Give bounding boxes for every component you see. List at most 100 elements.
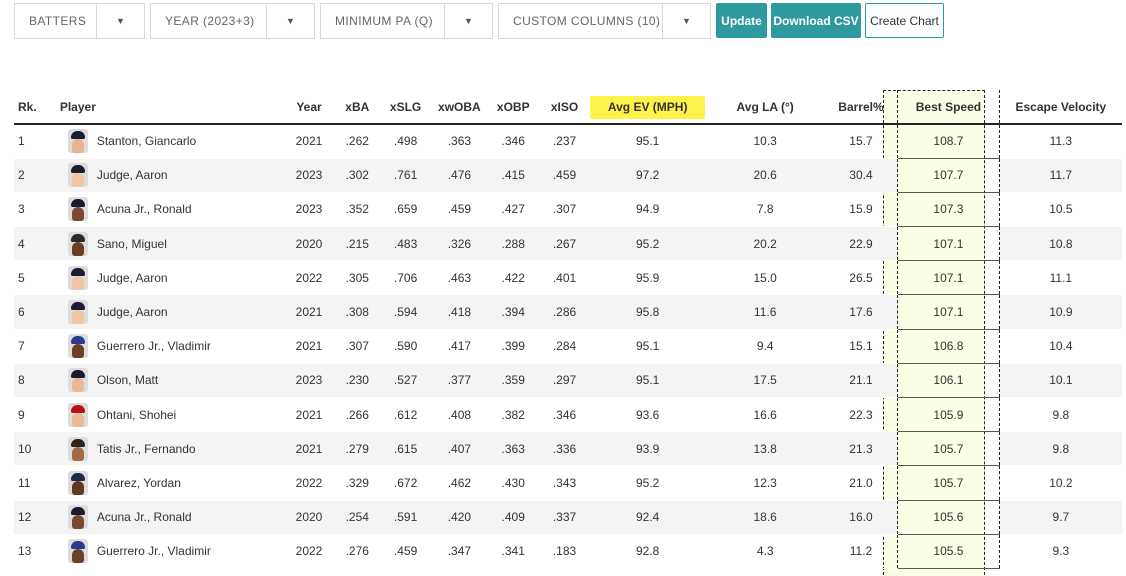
- table-row[interactable]: 12 Acuna Jr., Ronald 2020.254.591.420.409.…: [14, 500, 1122, 535]
- cell-player[interactable]: Guerrero Jr., Vladimir: [53, 329, 284, 364]
- table-row[interactable]: 2 Judge, Aaron 2023.302.761.476.415.459 97.…: [14, 158, 1122, 193]
- cell-avg-ev: 95.1: [589, 124, 706, 159]
- player-name-link[interactable]: Guerrero Jr., Vladimir: [97, 339, 211, 353]
- player-name-link[interactable]: Stanton, Giancarlo: [97, 134, 196, 148]
- cell-year: 2020: [283, 500, 335, 535]
- player-name-link[interactable]: Alvarez, Yordan: [97, 476, 181, 490]
- year-dropdown[interactable]: YEAR (2023+3) ▼: [150, 3, 315, 39]
- player-headshot-icon: [67, 231, 88, 256]
- player-cell: Ohtani, Shohei: [58, 402, 283, 427]
- download-csv-button[interactable]: Download CSV: [771, 3, 861, 38]
- col-header-barrel[interactable]: Barrel%: [824, 90, 898, 125]
- player-cell: Acuna Jr., Ronald: [58, 197, 283, 222]
- toolbar: BATTERS ▼ YEAR (2023+3) ▼ MINIMUM PA (Q)…: [14, 3, 948, 40]
- player-name-link[interactable]: Guerrero Jr., Vladimir: [97, 544, 211, 558]
- col-header-rank[interactable]: Rk.: [14, 90, 54, 125]
- cell-escape-velocity: 10.9: [999, 294, 1122, 330]
- table-row[interactable]: 9 Ohtani, Shohei 2021.266.612.408.382.346 9…: [14, 397, 1122, 433]
- player-name-link[interactable]: Tatis Jr., Fernando: [97, 442, 196, 456]
- cell-xobp: .363: [487, 431, 540, 467]
- table-row[interactable]: 11 Alvarez, Yordan 2022.329.672.462.430.34…: [14, 465, 1122, 501]
- cell-barrel: 22.3: [824, 397, 898, 433]
- col-header-xobp[interactable]: xOBP: [487, 90, 540, 125]
- cell-xslg: .591: [379, 500, 432, 535]
- player-name-link[interactable]: Olson, Matt: [97, 373, 158, 387]
- table-row[interactable]: 1 Stanton, Giancarlo 2021.262.498.363.346.…: [14, 124, 1122, 159]
- cell-rank: 12: [14, 500, 54, 535]
- table-row[interactable]: 4 Sano, Miguel 2020.215.483.326.288.267 95.…: [14, 226, 1122, 262]
- col-header-player[interactable]: Player: [53, 90, 284, 125]
- col-header-avg-ev[interactable]: Avg EV (MPH): [589, 90, 706, 125]
- cell-avg-la: 4.3: [705, 534, 825, 569]
- cell-avg-la: 16.6: [705, 397, 825, 433]
- cell-xiso: .183: [539, 534, 590, 569]
- table-row[interactable]: 5 Judge, Aaron 2022.305.706.463.422.401 95.…: [14, 260, 1122, 296]
- cell-avg-ev: 93.9: [589, 431, 706, 467]
- cell-barrel: 16.0: [824, 500, 898, 535]
- caret-down-icon: ▼: [464, 16, 473, 26]
- col-header-best-speed[interactable]: Best Speed: [897, 90, 1000, 125]
- cell-rank: 11: [14, 465, 54, 501]
- table-row[interactable]: 13 Guerrero Jr., Vladimir 2022.276.459.347…: [14, 534, 1122, 569]
- cell-player[interactable]: Stanton, Giancarlo: [53, 124, 284, 159]
- cell-player[interactable]: Judge, Aaron: [53, 260, 284, 296]
- table-row[interactable]: 3 Acuna Jr., Ronald 2023.352.659.459.427.3…: [14, 192, 1122, 228]
- player-name-link[interactable]: Judge, Aaron: [97, 168, 168, 182]
- cell-xwoba: .420: [431, 500, 488, 535]
- cell-xslg: .615: [379, 431, 432, 467]
- avg-ev-highlight: Avg EV (MPH): [589, 95, 706, 119]
- cell-player[interactable]: Ohtani, Shohei: [53, 397, 284, 433]
- batters-dropdown[interactable]: BATTERS ▼: [14, 3, 145, 39]
- player-name-link[interactable]: Ohtani, Shohei: [97, 408, 176, 422]
- cell-xwoba: .462: [431, 465, 488, 501]
- cell-xwoba: .408: [431, 397, 488, 433]
- cell-rank: 13: [14, 534, 54, 569]
- cell-player[interactable]: Alvarez, Yordan: [53, 465, 284, 501]
- col-header-xba[interactable]: xBA: [334, 90, 380, 125]
- table-row[interactable]: 8 Olson, Matt 2023.230.527.377.359.297 95.1…: [14, 363, 1122, 399]
- col-header-xiso[interactable]: xISO: [539, 90, 590, 125]
- cell-escape-velocity: 10.1: [999, 363, 1122, 399]
- custom-columns-dropdown[interactable]: CUSTOM COLUMNS (10) ▼: [498, 3, 711, 39]
- player-cell: Judge, Aaron: [58, 163, 283, 188]
- cell-xba: .352: [334, 192, 380, 228]
- cell-xba: .276: [334, 534, 380, 569]
- cell-player[interactable]: Guerrero Jr., Vladimir: [53, 534, 284, 569]
- col-header-xwoba[interactable]: xwOBA: [431, 90, 488, 125]
- cell-avg-la: 12.3: [705, 465, 825, 501]
- cell-avg-ev: 95.2: [589, 465, 706, 501]
- col-header-escape-velocity[interactable]: Escape Velocity: [999, 90, 1122, 125]
- table-row[interactable]: 6 Judge, Aaron 2021.308.594.418.394.286 95.…: [14, 294, 1122, 330]
- cell-player[interactable]: Judge, Aaron: [53, 294, 284, 330]
- cell-avg-ev: 92.4: [589, 500, 706, 535]
- create-chart-button[interactable]: Create Chart: [865, 3, 944, 38]
- cell-player[interactable]: Olson, Matt: [53, 363, 284, 399]
- cell-barrel: 17.6: [824, 294, 898, 330]
- cell-xba: .305: [334, 260, 380, 296]
- col-header-avg-la[interactable]: Avg LA (°): [705, 90, 825, 125]
- cell-avg-ev: 97.2: [589, 158, 706, 193]
- cell-escape-velocity: 10.5: [999, 192, 1122, 228]
- table-row[interactable]: 7 Guerrero Jr., Vladimir 2021.307.590.417.…: [14, 329, 1122, 364]
- player-cell: Sano, Miguel: [58, 231, 283, 256]
- cell-player[interactable]: Tatis Jr., Fernando: [53, 431, 284, 467]
- cell-player[interactable]: Sano, Miguel: [53, 226, 284, 262]
- cell-escape-velocity: 10.8: [999, 226, 1122, 262]
- dropdown-label: YEAR (2023+3): [151, 4, 267, 38]
- player-name-link[interactable]: Judge, Aaron: [97, 271, 168, 285]
- cell-xobp: .341: [487, 534, 540, 569]
- col-header-year[interactable]: Year: [283, 90, 335, 125]
- cell-player[interactable]: Judge, Aaron: [53, 158, 284, 193]
- minimum-pa-dropdown[interactable]: MINIMUM PA (Q) ▼: [320, 3, 493, 39]
- player-name-link[interactable]: Judge, Aaron: [97, 305, 168, 319]
- player-name-link[interactable]: Sano, Miguel: [97, 237, 167, 251]
- cell-player[interactable]: Acuna Jr., Ronald: [53, 192, 284, 228]
- cell-player[interactable]: Acuna Jr., Ronald: [53, 500, 284, 535]
- caret-down-icon: ▼: [286, 16, 295, 26]
- cell-avg-ev: 95.9: [589, 260, 706, 296]
- player-name-link[interactable]: Acuna Jr., Ronald: [97, 202, 192, 216]
- table-row[interactable]: 10 Tatis Jr., Fernando 2021.279.615.407.36…: [14, 431, 1122, 467]
- col-header-xslg[interactable]: xSLG: [379, 90, 432, 125]
- update-button[interactable]: Update: [716, 3, 767, 38]
- player-name-link[interactable]: Acuna Jr., Ronald: [97, 510, 192, 524]
